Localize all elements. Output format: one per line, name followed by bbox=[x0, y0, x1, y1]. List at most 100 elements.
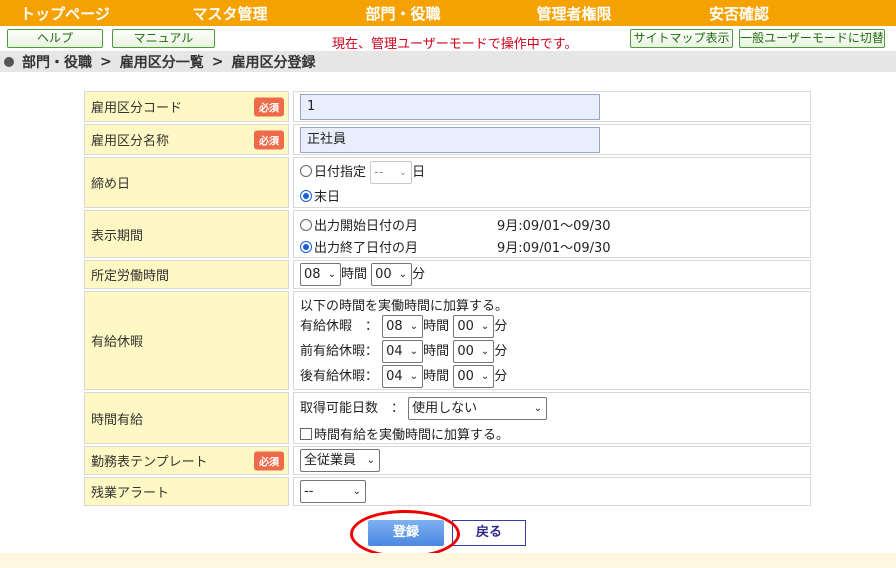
breadcrumb-item: 雇用区分一覧 bbox=[119, 54, 204, 71]
row-display-period: 表示期間 出力開始日付の月 9月:09/01～09/30 出力終了日付の月 9月… bbox=[84, 210, 811, 258]
label-display-period: 表示期間 bbox=[84, 210, 289, 258]
breadcrumb-separator: > bbox=[211, 53, 224, 70]
work-hours-select[interactable]: 08 ⌄ bbox=[300, 263, 341, 286]
row-hourly-leave: 時間有給 取得可能日数 ： 使用しない ⌄ 時間有給を実働時間に加算する。 bbox=[84, 392, 811, 444]
chevron-down-icon: ⌄ bbox=[480, 346, 490, 357]
unit-label: 分 bbox=[412, 267, 426, 282]
breadcrumb-item: 雇用区分登録 bbox=[231, 54, 316, 71]
chevron-down-icon: ⌄ bbox=[533, 403, 543, 414]
closing-day-select[interactable]: -- ⌄ bbox=[370, 161, 413, 184]
label-text: 締め日 bbox=[91, 177, 131, 192]
closing-end-radio[interactable] bbox=[300, 190, 312, 202]
radio-label: 出力終了日付の月 bbox=[314, 241, 419, 256]
chevron-down-icon: ⌄ bbox=[480, 371, 490, 382]
leave-name: 後有給休暇： bbox=[300, 369, 379, 384]
radio-label: 日付指定 bbox=[314, 165, 367, 180]
label-name: 雇用区分名称 必須 bbox=[84, 124, 289, 155]
nav-master[interactable]: マスタ管理 bbox=[165, 3, 295, 24]
row-closing: 締め日 日付指定 -- ⌄ 日 末日 bbox=[84, 157, 811, 208]
checkbox-label: 時間有給を実働時間に加算する。 bbox=[314, 428, 510, 443]
value-overtime: -- ⌄ bbox=[293, 477, 811, 506]
chevron-down-icon: ⌄ bbox=[409, 371, 419, 382]
switch-mode-button[interactable]: 一般ユーザーモードに切替 bbox=[739, 29, 885, 48]
breadcrumb-separator: > bbox=[100, 53, 112, 70]
breadcrumb-item: 部門・役職 bbox=[22, 54, 92, 71]
day-suffix: 日 bbox=[412, 165, 426, 180]
radio-label: 出力開始日付の月 bbox=[314, 219, 419, 234]
period-end-radio[interactable] bbox=[300, 241, 312, 253]
row-overtime: 残業アラート -- ⌄ bbox=[84, 477, 811, 506]
value-code: 1 bbox=[293, 91, 811, 122]
unit-label: 時間 bbox=[423, 319, 450, 334]
post-leave-hours-select[interactable]: 04 ⌄ bbox=[382, 365, 424, 388]
chevron-down-icon: ⌄ bbox=[352, 486, 361, 497]
unit-label: 時間 bbox=[341, 267, 368, 282]
paid-leave-note: 以下の時間を実働時間に加算する。 bbox=[300, 299, 509, 314]
sitemap-button[interactable]: サイトマップ表示 bbox=[630, 29, 733, 48]
label-closing: 締め日 bbox=[84, 157, 289, 208]
chevron-down-icon: ⌄ bbox=[398, 167, 408, 178]
label-text: 時間有給 bbox=[91, 412, 144, 428]
required-badge: 必須 bbox=[254, 97, 284, 116]
row-paid-leave: 有給休暇 以下の時間を実働時間に加算する。 有給休暇 ： 08 ⌄ 時間 00 ⌄ 分 … bbox=[84, 291, 811, 390]
closing-date-radio[interactable] bbox=[300, 165, 312, 177]
required-badge: 必須 bbox=[254, 130, 284, 149]
overtime-select[interactable]: -- ⌄ bbox=[300, 480, 366, 503]
label-text: 雇用区分名称 bbox=[91, 134, 170, 149]
manual-button[interactable]: マニュアル bbox=[112, 29, 215, 48]
label-text: 勤務表テンプレート bbox=[91, 455, 208, 470]
footer-bar bbox=[0, 553, 896, 568]
label-text: 雇用区分コード bbox=[91, 101, 183, 116]
chevron-down-icon: ⌄ bbox=[366, 455, 375, 466]
nav-safety[interactable]: 安否確認 bbox=[674, 3, 804, 24]
mode-message: 現在、管理ユーザーモードで操作中です。 bbox=[332, 37, 578, 52]
unit-label: 時間 bbox=[423, 344, 450, 359]
label-code: 雇用区分コード 必須 bbox=[84, 91, 289, 122]
name-input[interactable]: 正社員 bbox=[300, 127, 600, 153]
nav-admin[interactable]: 管理者権限 bbox=[509, 3, 639, 24]
value-display-period: 出力開始日付の月 9月:09/01～09/30 出力終了日付の月 9月:09/0… bbox=[293, 210, 811, 258]
leave-name: 前有給休暇： bbox=[300, 344, 379, 359]
chevron-down-icon: ⌄ bbox=[409, 321, 419, 332]
value-hourly-leave: 取得可能日数 ： 使用しない ⌄ 時間有給を実働時間に加算する。 bbox=[293, 392, 811, 444]
value-closing: 日付指定 -- ⌄ 日 末日 bbox=[293, 157, 811, 208]
hourly-days-select[interactable]: 使用しない ⌄ bbox=[408, 397, 548, 420]
unit-label: 時間 bbox=[423, 369, 450, 384]
days-label: 取得可能日数 ： bbox=[300, 401, 405, 416]
unit-label: 分 bbox=[494, 344, 508, 359]
chevron-down-icon: ⌄ bbox=[480, 321, 490, 332]
pre-leave-minutes-select[interactable]: 00 ⌄ bbox=[453, 340, 495, 363]
label-text: 所定労働時間 bbox=[91, 269, 170, 284]
period-start-radio[interactable] bbox=[300, 219, 312, 231]
row-work-hours: 所定労働時間 08 ⌄ 時間 00 ⌄ 分 bbox=[84, 260, 811, 289]
paid-leave-minutes-select[interactable]: 00 ⌄ bbox=[453, 315, 495, 338]
post-leave-minutes-select[interactable]: 00 ⌄ bbox=[453, 365, 495, 388]
template-select[interactable]: 全従業員 ⌄ bbox=[300, 449, 380, 472]
row-template: 勤務表テンプレート 必須 全従業員 ⌄ bbox=[84, 446, 811, 475]
top-nav: トップページ マスタ管理 部門・役職 管理者権限 安否確認 bbox=[0, 0, 896, 26]
chevron-down-icon: ⌄ bbox=[409, 346, 419, 357]
start-range: 9月:09/01～09/30 bbox=[497, 219, 611, 234]
value-work-hours: 08 ⌄ 時間 00 ⌄ 分 bbox=[293, 260, 811, 289]
back-button[interactable]: 戻る bbox=[452, 520, 526, 546]
label-hourly-leave: 時間有給 bbox=[84, 392, 289, 444]
label-paid-leave: 有給休暇 bbox=[84, 291, 289, 390]
value-template: 全従業員 ⌄ bbox=[293, 446, 811, 475]
label-template: 勤務表テンプレート 必須 bbox=[84, 446, 289, 475]
nav-top-page[interactable]: トップページ bbox=[0, 3, 130, 24]
hourly-add-checkbox[interactable] bbox=[300, 428, 312, 440]
help-button[interactable]: ヘルプ bbox=[7, 29, 103, 48]
pre-leave-hours-select[interactable]: 04 ⌄ bbox=[382, 340, 424, 363]
work-minutes-select[interactable]: 00 ⌄ bbox=[371, 263, 413, 286]
value-paid-leave: 以下の時間を実働時間に加算する。 有給休暇 ： 08 ⌄ 時間 00 ⌄ 分 前有給休暇… bbox=[293, 291, 811, 390]
nav-department[interactable]: 部門・役職 bbox=[338, 3, 468, 24]
unit-label: 分 bbox=[494, 319, 508, 334]
unit-label: 分 bbox=[494, 369, 508, 384]
paid-leave-hours-select[interactable]: 08 ⌄ bbox=[382, 315, 424, 338]
label-text: 表示期間 bbox=[91, 228, 144, 244]
leave-name: 有給休暇 ： bbox=[300, 319, 379, 334]
breadcrumb: 部門・役職 > 雇用区分一覧 > 雇用区分登録 bbox=[0, 51, 896, 72]
label-text: 有給休暇 bbox=[91, 335, 144, 350]
required-badge: 必須 bbox=[254, 451, 284, 470]
code-input[interactable]: 1 bbox=[300, 94, 600, 120]
